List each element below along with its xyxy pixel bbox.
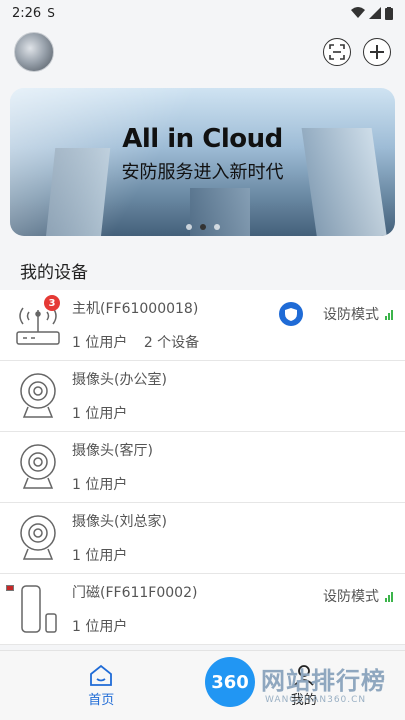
door-sensor-thumbnail: [6, 581, 66, 637]
watermark-logo: 360: [205, 657, 255, 707]
camera-thumbnail: [10, 510, 66, 566]
door-sensor-led: [6, 585, 14, 591]
camera-icon: [20, 515, 56, 560]
device-status: 设防模式: [323, 586, 393, 606]
device-name: 摄像头(办公室): [72, 372, 167, 388]
cell-signal-icon: [369, 7, 381, 19]
arm-mode: 设防模式: [323, 307, 379, 323]
device-name: 摄像头(刘总家): [72, 514, 167, 530]
signal-strength-icon: [385, 308, 393, 320]
avatar[interactable]: [14, 32, 54, 72]
nav-home-label: 首页: [88, 692, 115, 708]
notification-badge: 3: [44, 295, 60, 311]
status-time: 2:26: [12, 5, 42, 21]
camera-icon: [20, 373, 56, 418]
home-icon: [90, 664, 113, 686]
watermark: 360 网站排行榜 WANGZHAN360.CN: [205, 655, 405, 715]
device-users: 1 位用户: [72, 477, 128, 493]
nav-home[interactable]: 首页: [0, 651, 203, 720]
scan-button[interactable]: [323, 38, 351, 66]
banner-pagination: [185, 224, 220, 230]
watermark-text: 网站排行榜: [261, 667, 386, 695]
section-title: 我的设备: [20, 263, 88, 283]
device-item-door-sensor[interactable]: 门磁(FF611F0002) 1 位用户 设防模式: [0, 574, 405, 645]
device-info: 摄像头(刘总家) 1 位用户: [72, 511, 405, 565]
scan-icon: [329, 44, 345, 60]
banner-dot-active[interactable]: [199, 224, 206, 230]
device-count: 2 个设备: [143, 335, 200, 351]
promo-banner[interactable]: All in Cloud 安防服务进入新时代: [10, 88, 395, 236]
device-meta: 1 位用户: [72, 403, 405, 423]
banner-headline: All in Cloud: [122, 124, 283, 154]
wifi-icon: [351, 7, 365, 18]
banner-dot[interactable]: [213, 224, 220, 230]
device-users: 1 位用户: [72, 619, 128, 635]
device-meta: 1 位用户: [72, 616, 405, 636]
banner-dot[interactable]: [185, 224, 192, 230]
watermark-subtext: WANGZHAN360.CN: [265, 695, 367, 705]
door-sensor-icon: [21, 585, 57, 633]
status-bar: 2:26 S: [0, 0, 405, 26]
camera-icon: [20, 444, 56, 489]
device-item-camera[interactable]: 摄像头(办公室) 1 位用户: [0, 361, 405, 432]
device-users: 1 位用户: [72, 335, 128, 351]
device-meta: 1 位用户 2 个设备: [72, 332, 405, 352]
status-indicators: [351, 6, 393, 20]
add-device-button[interactable]: [363, 38, 391, 66]
top-actions: [323, 38, 391, 66]
device-item-camera[interactable]: 摄像头(客厅) 1 位用户: [0, 432, 405, 503]
device-item-camera[interactable]: 摄像头(刘总家) 1 位用户: [0, 503, 405, 574]
device-info: 摄像头(客厅) 1 位用户: [72, 440, 405, 494]
hub-thumbnail: 3: [10, 295, 66, 353]
arm-mode: 设防模式: [323, 589, 379, 605]
device-users: 1 位用户: [72, 548, 128, 564]
device-item-hub[interactable]: 3 主机(FF61000018) 1 位用户 2 个设备 设防模式: [0, 290, 405, 361]
notification-icon: S: [47, 6, 55, 20]
device-meta: 1 位用户: [72, 545, 405, 565]
battery-icon: [385, 6, 393, 20]
shield-icon: [279, 302, 303, 326]
device-users: 1 位用户: [72, 406, 128, 422]
banner-subline: 安防服务进入新时代: [121, 162, 284, 183]
device-status: 设防模式: [279, 302, 393, 326]
plus-icon: [370, 45, 384, 59]
device-info: 摄像头(办公室) 1 位用户: [72, 369, 405, 423]
device-name: 摄像头(客厅): [72, 443, 153, 459]
signal-strength-icon: [385, 590, 393, 602]
camera-thumbnail: [10, 368, 66, 424]
device-meta: 1 位用户: [72, 474, 405, 494]
camera-thumbnail: [10, 439, 66, 495]
device-list: 3 主机(FF61000018) 1 位用户 2 个设备 设防模式 摄像头(办公: [0, 290, 405, 645]
top-bar: [0, 30, 405, 74]
